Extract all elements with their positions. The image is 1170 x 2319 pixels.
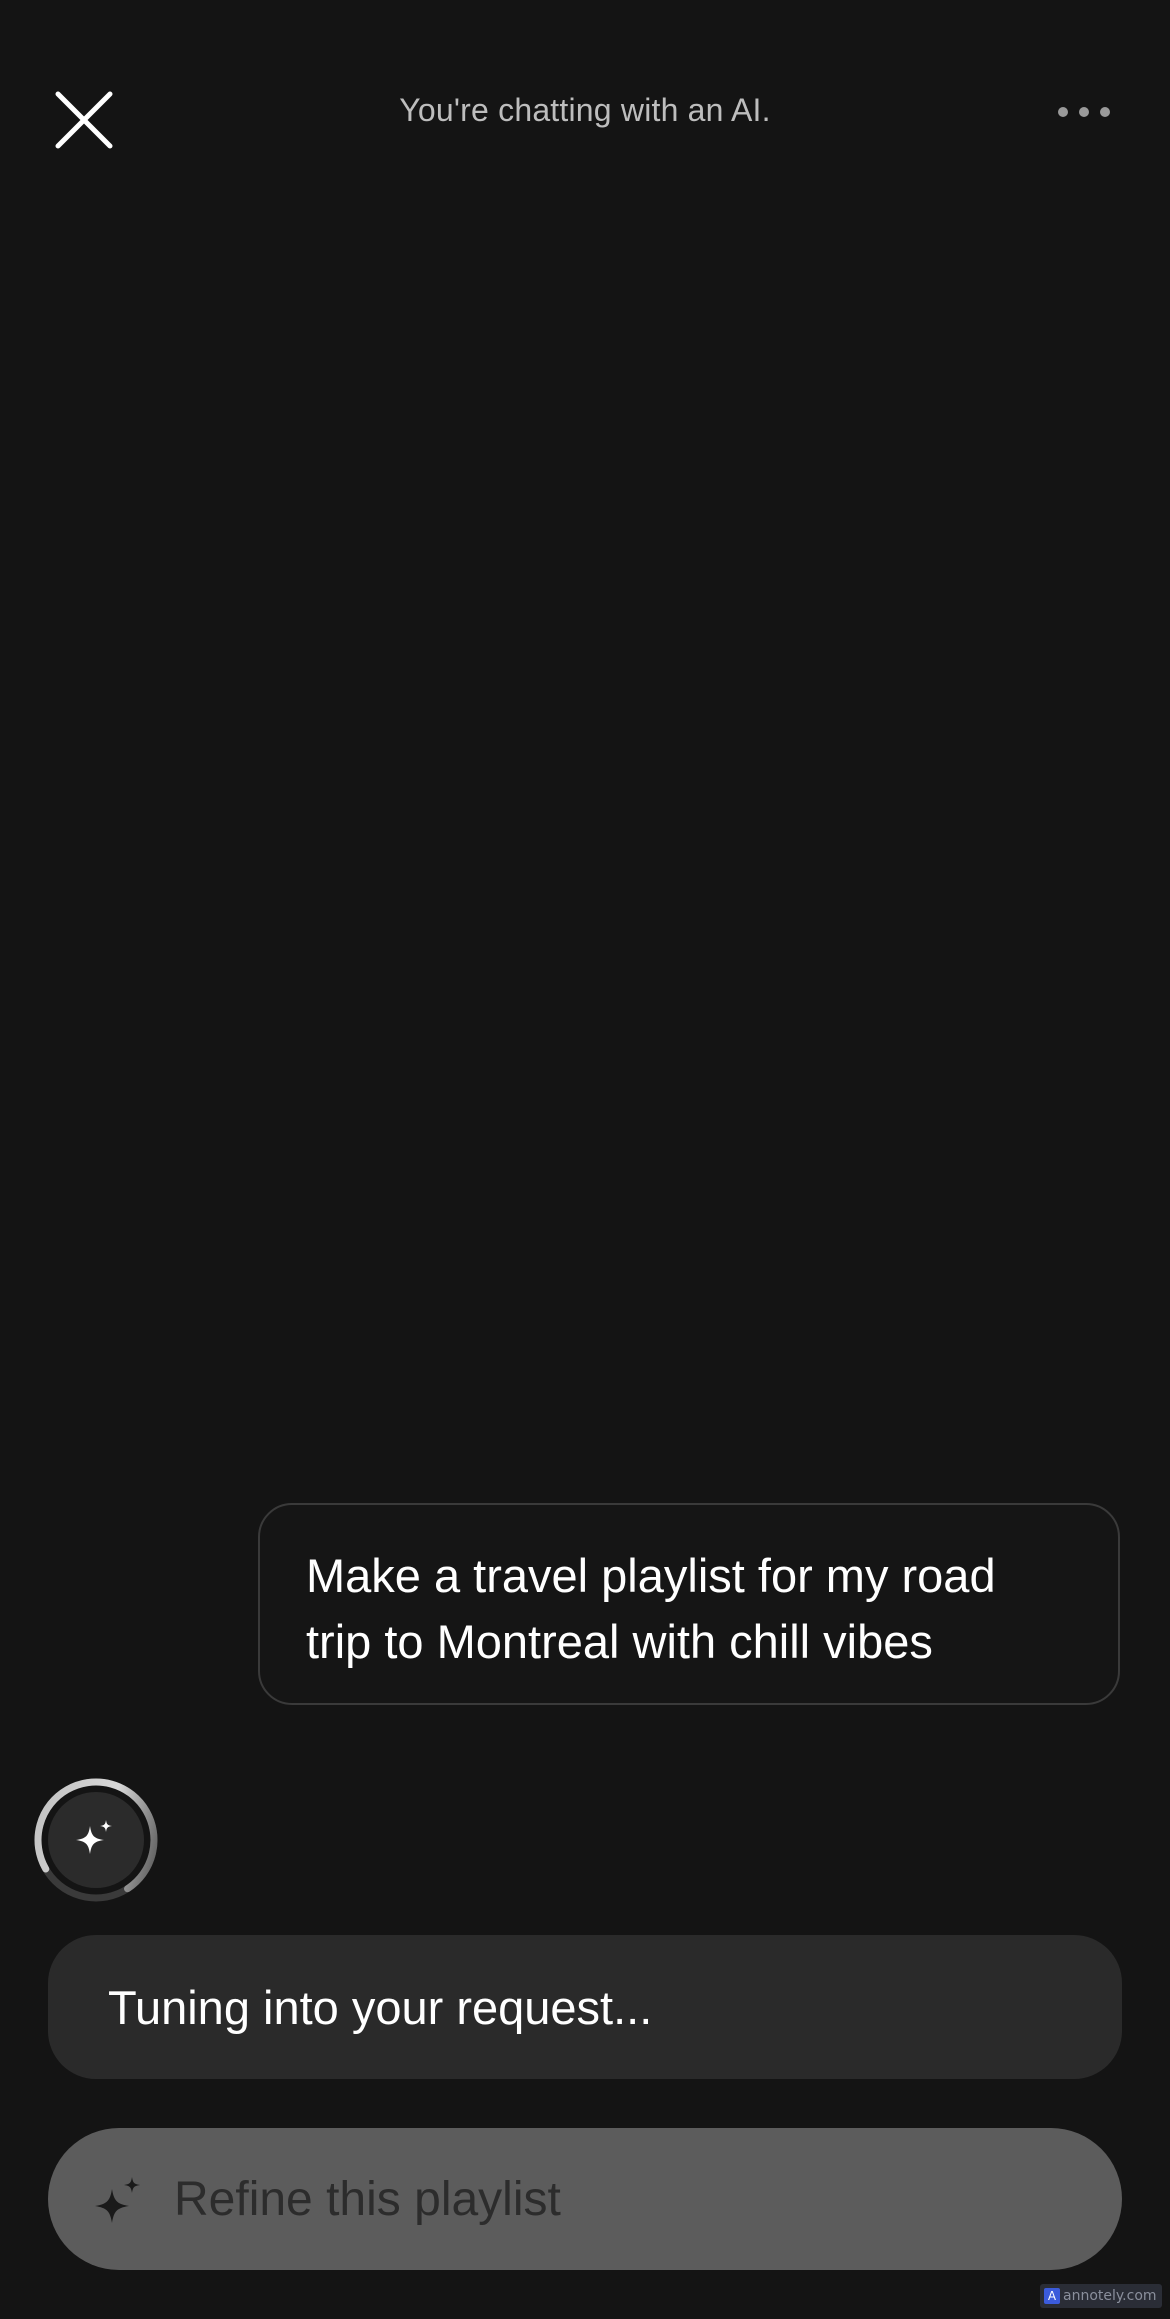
chat-header: You're chatting with an AI. [0, 0, 1170, 230]
user-message-bubble: Make a travel playlist for my road trip … [258, 1503, 1120, 1705]
chat-disclaimer-title: You're chatting with an AI. [399, 92, 771, 128]
watermark: A annotely.com [1040, 2284, 1162, 2308]
more-horizontal-icon [1058, 107, 1110, 117]
refine-composer[interactable] [48, 2128, 1122, 2270]
assistant-status-bubble: Tuning into your request... [48, 1935, 1122, 2079]
sparkle-icon [92, 2173, 148, 2229]
user-message-text: Make a travel playlist for my road trip … [306, 1549, 996, 1668]
refine-playlist-input[interactable] [174, 2171, 1034, 2227]
ai-avatar [32, 1776, 160, 1904]
more-options-button[interactable] [1044, 90, 1124, 134]
watermark-logo: A [1044, 2288, 1060, 2304]
assistant-status-text: Tuning into your request... [108, 1980, 653, 2034]
watermark-text: annotely.com [1063, 2288, 1157, 2304]
